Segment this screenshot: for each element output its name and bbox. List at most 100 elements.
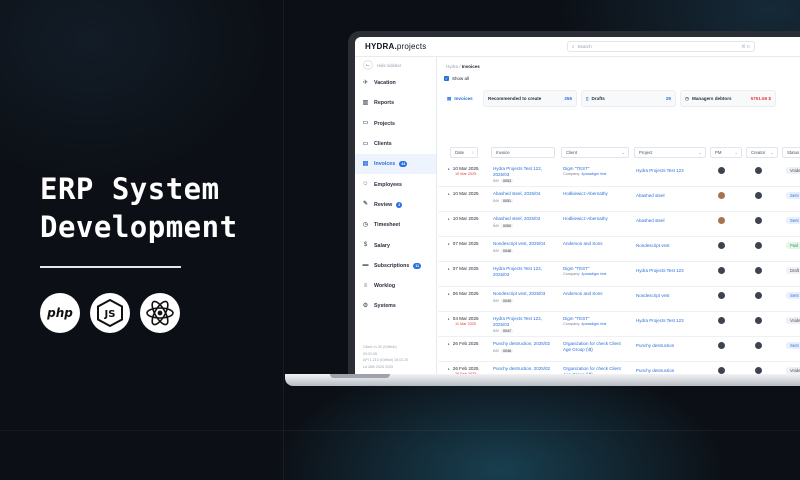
- cell-project[interactable]: Abashed steel: [636, 193, 708, 198]
- sidebar-nav: ✈ Vacation ▥ Reports ▭ Projects ▭ Clients ▤ Invoi…: [355, 73, 436, 317]
- cell-invoice[interactable]: Abashed steel, 2025/04 INV 0051: [493, 191, 557, 204]
- avatar[interactable]: [755, 167, 762, 174]
- cell-invoice[interactable]: Hydra Projects Test 123, 2025/03 INV 0047: [493, 316, 557, 335]
- avatar[interactable]: [755, 367, 762, 374]
- cell-project[interactable]: Hydra Projects Test 123: [636, 268, 708, 273]
- app-screen: HYDRA.projects ⌕ Search ⌘ K ← Hide sideb…: [355, 37, 800, 378]
- cell-invoice[interactable]: Abashed steel, 2025/03 INV 0050: [493, 216, 557, 229]
- column-project[interactable]: Project ⌄: [634, 147, 706, 158]
- folder-icon: ▭: [362, 140, 369, 147]
- avatar[interactable]: [755, 317, 762, 324]
- avatar[interactable]: [718, 367, 725, 374]
- expand-icon[interactable]: ▸: [448, 342, 450, 346]
- sidebar-item-worklog[interactable]: ≡ Worklog: [355, 276, 436, 296]
- avatar[interactable]: [718, 167, 725, 174]
- app-logo[interactable]: HYDRA.projects: [365, 42, 427, 51]
- cell-invoice[interactable]: Nondescript vest, 2025/03 INV 0045: [493, 291, 557, 304]
- avatar[interactable]: [755, 342, 762, 349]
- avatar[interactable]: [718, 217, 725, 224]
- cell-client[interactable]: Anderson and Sons: [563, 291, 629, 297]
- column-pm[interactable]: PM ⌄: [710, 147, 742, 158]
- sidebar-item-timesheet[interactable]: ◷ Timesheet: [355, 215, 436, 235]
- tab-recommended[interactable]: Recommended to create 255: [483, 90, 577, 107]
- sidebar-item-employees[interactable]: ☺ Employees: [355, 174, 436, 194]
- expand-icon[interactable]: ▸: [448, 317, 450, 321]
- table-row[interactable]: ▸ 10 Mar 2025 10 Mar 2025 Hydra Projects Te…: [438, 162, 800, 187]
- sidebar-item-vacation[interactable]: ✈ Vacation: [355, 73, 436, 93]
- sidebar-item-label: Reports: [374, 100, 395, 107]
- table-row[interactable]: ▸ 07 Mar 2025 Hydra Projects Test 123, 202…: [438, 262, 800, 287]
- avatar[interactable]: [718, 192, 725, 199]
- expand-icon[interactable]: ▸: [448, 217, 450, 221]
- svg-text:JS: JS: [104, 309, 116, 320]
- cell-client[interactable]: Digm "TEST" Company: 4paradigm test: [563, 316, 629, 327]
- breadcrumb-current: Invoices: [461, 64, 480, 69]
- cell-project[interactable]: Abashed steel: [636, 218, 708, 223]
- clock-icon: ◷: [362, 221, 369, 228]
- avatar[interactable]: [718, 292, 725, 299]
- main-content: Hydra / Invoices ✓ Show all ▤ Invoices Rec…: [438, 57, 800, 378]
- table-row[interactable]: ▸ 04 Mar 2025 11 Mar 2025 Hydra Projects Te…: [438, 312, 800, 337]
- cell-client[interactable]: Hodkiewicz-Abernathy: [563, 191, 629, 197]
- status-badge: Sent: [786, 217, 800, 224]
- cell-project[interactable]: Nondescript vest: [636, 243, 708, 248]
- cell-client[interactable]: Digm "TEST" Company: 4paradigm test: [563, 266, 629, 277]
- sidebar-item-invoices[interactable]: ▤ Invoices 44: [355, 154, 436, 175]
- column-client[interactable]: Client ⌄: [561, 147, 629, 158]
- sidebar-item-salary[interactable]: $ Salary: [355, 235, 436, 255]
- avatar[interactable]: [718, 242, 725, 249]
- sidebar-item-systems[interactable]: ⚙ Systems: [355, 296, 436, 316]
- cell-client[interactable]: Organization for check Client Age Group …: [563, 341, 629, 352]
- avatar[interactable]: [755, 292, 762, 299]
- cell-invoice[interactable]: Punchy destruction, 2025/02 INV 0046: [493, 341, 557, 354]
- expand-icon[interactable]: ▸: [448, 167, 450, 171]
- column-date[interactable]: Date ↕: [450, 147, 478, 158]
- cell-invoice[interactable]: Nondescript vest, 2025/04 INV 0048: [493, 241, 557, 254]
- chevron-down-icon: ⌄: [770, 149, 774, 155]
- sidebar-item-reports[interactable]: ▥ Reports: [355, 93, 436, 113]
- table-row[interactable]: ▸ 10 Mar 2025 Abashed steel, 2025/03 INV 005…: [438, 212, 800, 237]
- expand-icon[interactable]: ▸: [448, 267, 450, 271]
- avatar[interactable]: [755, 217, 762, 224]
- table-row[interactable]: ▸ 06 Mar 2025 Nondescript vest, 2025/03 INV…: [438, 287, 800, 312]
- cell-project[interactable]: Punchy destruction: [636, 343, 708, 348]
- sidebar-item-clients[interactable]: ▭ Clients: [355, 134, 436, 154]
- table-row[interactable]: ▸ 10 Mar 2025 Abashed steel, 2025/04 INV 005…: [438, 187, 800, 212]
- search-input[interactable]: ⌕ Search ⌘ K: [567, 41, 755, 52]
- breadcrumb-root[interactable]: Hydra: [446, 64, 458, 69]
- expand-icon[interactable]: ▸: [448, 292, 450, 296]
- cell-invoice[interactable]: Hydra Projects Test 123, 2025/03: [493, 266, 557, 277]
- tab-invoices[interactable]: ▤ Invoices: [443, 90, 479, 107]
- cell-project[interactable]: Hydra Projects Test 123: [636, 168, 708, 173]
- hide-sidebar-button[interactable]: ← Hide sidebar: [355, 57, 436, 73]
- table-row[interactable]: ▸ 07 Mar 2025 Nondescript vest, 2025/04 INV…: [438, 237, 800, 262]
- avatar[interactable]: [718, 267, 725, 274]
- column-status[interactable]: Status: [782, 147, 800, 158]
- cell-invoice[interactable]: Hydra Projects Test 123, 2025/03 INV 0053: [493, 166, 557, 185]
- sidebar-item-label: Review: [374, 201, 393, 208]
- avatar[interactable]: [718, 317, 725, 324]
- expand-icon[interactable]: ▸: [448, 367, 450, 371]
- sidebar-item-review[interactable]: ✎ Review 3: [355, 195, 436, 215]
- bookmark-icon: ▯: [586, 95, 589, 101]
- expand-icon[interactable]: ▸: [448, 242, 450, 246]
- avatar[interactable]: [755, 192, 762, 199]
- show-all-checkbox[interactable]: ✓ Show all: [444, 76, 469, 81]
- table-row[interactable]: ▸ 26 Feb 2025 Punchy destruction, 2025/02 I…: [438, 337, 800, 362]
- column-creator[interactable]: Creator ⌄: [746, 147, 778, 158]
- avatar[interactable]: [755, 242, 762, 249]
- sidebar-item-subscriptions[interactable]: ▬ Subscriptions 11: [355, 256, 436, 276]
- column-invoice[interactable]: Invoice: [491, 147, 555, 158]
- sidebar-item-projects[interactable]: ▭ Projects: [355, 114, 436, 134]
- avatar[interactable]: [718, 342, 725, 349]
- cell-project[interactable]: Punchy destruction: [636, 368, 708, 373]
- cell-client[interactable]: Anderson and Sons: [563, 241, 629, 247]
- expand-icon[interactable]: ▸: [448, 192, 450, 196]
- cell-project[interactable]: Hydra Projects Test 123: [636, 318, 708, 323]
- cell-client[interactable]: Hodkiewicz-Abernathy: [563, 216, 629, 222]
- tab-managers-debtors[interactable]: ◷ Managers debtors 5751.56 $: [680, 90, 776, 107]
- avatar[interactable]: [755, 267, 762, 274]
- cell-project[interactable]: Nondescript vest: [636, 293, 708, 298]
- tab-drafts[interactable]: ▯ Drafts 29: [581, 90, 676, 107]
- cell-client[interactable]: Digm "TEST" Company: 4paradigm test: [563, 166, 629, 177]
